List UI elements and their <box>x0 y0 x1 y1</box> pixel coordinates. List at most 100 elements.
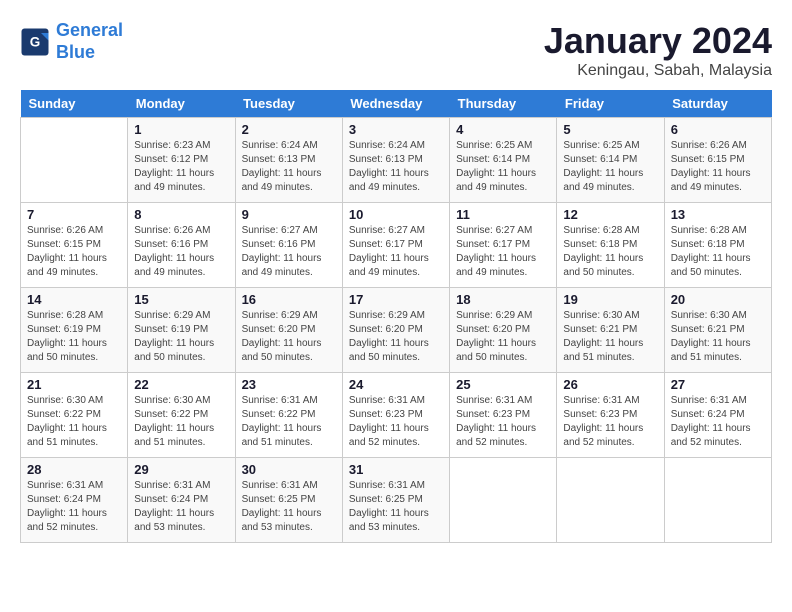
week-row-5: 28 Sunrise: 6:31 AMSunset: 6:24 PMDayligh… <box>21 458 772 543</box>
day-number: 1 <box>134 122 228 137</box>
day-number: 3 <box>349 122 443 137</box>
day-cell <box>21 118 128 203</box>
day-info: Sunrise: 6:27 AMSunset: 6:17 PMDaylight:… <box>456 224 550 280</box>
calendar-title: January 2024 <box>544 20 772 62</box>
title-area: January 2024 Keningau, Sabah, Malaysia <box>544 20 772 80</box>
day-number: 14 <box>27 292 121 307</box>
day-info: Sunrise: 6:31 AMSunset: 6:23 PMDaylight:… <box>563 394 657 450</box>
day-cell: 3 Sunrise: 6:24 AMSunset: 6:13 PMDaylight… <box>342 118 449 203</box>
day-cell: 18 Sunrise: 6:29 AMSunset: 6:20 PMDayligh… <box>450 288 557 373</box>
day-cell: 7Sunrise: 6:26 AMSunset: 6:15 PMDaylight… <box>21 203 128 288</box>
day-number: 24 <box>349 377 443 392</box>
day-number: 22 <box>134 377 228 392</box>
week-row-2: 7Sunrise: 6:26 AMSunset: 6:15 PMDaylight… <box>21 203 772 288</box>
day-info: Sunrise: 6:31 AMSunset: 6:24 PMDaylight:… <box>671 394 765 450</box>
day-info: Sunrise: 6:25 AMSunset: 6:14 PMDaylight:… <box>456 139 550 195</box>
day-cell: 6 Sunrise: 6:26 AMSunset: 6:15 PMDaylight… <box>664 118 771 203</box>
logo-icon: G <box>20 27 50 57</box>
day-cell: 25Sunrise: 6:31 AMSunset: 6:23 PMDayligh… <box>450 373 557 458</box>
day-number: 5 <box>563 122 657 137</box>
day-number: 10 <box>349 207 443 222</box>
day-cell: 26 Sunrise: 6:31 AMSunset: 6:23 PMDayligh… <box>557 373 664 458</box>
day-info: Sunrise: 6:26 AMSunset: 6:15 PMDaylight:… <box>27 224 121 280</box>
day-number: 18 <box>456 292 550 307</box>
header: G General Blue January 2024 Keningau, Sa… <box>20 20 772 80</box>
day-info: Sunrise: 6:31 AMSunset: 6:24 PMDaylight:… <box>134 479 228 535</box>
day-info: Sunrise: 6:24 AMSunset: 6:13 PMDaylight:… <box>242 139 336 195</box>
day-cell <box>450 458 557 543</box>
day-info: Sunrise: 6:30 AMSunset: 6:22 PMDaylight:… <box>134 394 228 450</box>
calendar-subtitle: Keningau, Sabah, Malaysia <box>544 62 772 80</box>
day-cell: 4 Sunrise: 6:25 AMSunset: 6:14 PMDaylight… <box>450 118 557 203</box>
logo-general: General <box>56 20 123 40</box>
day-info: Sunrise: 6:23 AMSunset: 6:12 PMDaylight:… <box>134 139 228 195</box>
day-cell <box>557 458 664 543</box>
day-number: 2 <box>242 122 336 137</box>
day-number: 27 <box>671 377 765 392</box>
header-cell-friday: Friday <box>557 90 664 118</box>
day-cell: 8Sunrise: 6:26 AMSunset: 6:16 PMDaylight… <box>128 203 235 288</box>
day-cell: 21 Sunrise: 6:30 AMSunset: 6:22 PMDayligh… <box>21 373 128 458</box>
day-number: 30 <box>242 462 336 477</box>
header-cell-wednesday: Wednesday <box>342 90 449 118</box>
day-info: Sunrise: 6:29 AMSunset: 6:20 PMDaylight:… <box>242 309 336 365</box>
day-number: 21 <box>27 377 121 392</box>
day-info: Sunrise: 6:29 AMSunset: 6:20 PMDaylight:… <box>349 309 443 365</box>
header-cell-thursday: Thursday <box>450 90 557 118</box>
day-info: Sunrise: 6:26 AMSunset: 6:15 PMDaylight:… <box>671 139 765 195</box>
week-row-4: 21 Sunrise: 6:30 AMSunset: 6:22 PMDayligh… <box>21 373 772 458</box>
day-number: 11 <box>456 207 550 222</box>
day-number: 9 <box>242 207 336 222</box>
day-cell: 24 Sunrise: 6:31 AMSunset: 6:23 PMDayligh… <box>342 373 449 458</box>
day-info: Sunrise: 6:31 AMSunset: 6:25 PMDaylight:… <box>242 479 336 535</box>
day-number: 13 <box>671 207 765 222</box>
day-number: 20 <box>671 292 765 307</box>
header-cell-saturday: Saturday <box>664 90 771 118</box>
day-info: Sunrise: 6:27 AMSunset: 6:16 PMDaylight:… <box>242 224 336 280</box>
day-info: Sunrise: 6:30 AMSunset: 6:21 PMDaylight:… <box>671 309 765 365</box>
day-cell: 11 Sunrise: 6:27 AMSunset: 6:17 PMDayligh… <box>450 203 557 288</box>
day-info: Sunrise: 6:28 AMSunset: 6:19 PMDaylight:… <box>27 309 121 365</box>
day-number: 19 <box>563 292 657 307</box>
day-number: 4 <box>456 122 550 137</box>
header-cell-sunday: Sunday <box>21 90 128 118</box>
logo-text: General Blue <box>56 20 123 63</box>
day-cell: 30 Sunrise: 6:31 AMSunset: 6:25 PMDayligh… <box>235 458 342 543</box>
day-cell: 29Sunrise: 6:31 AMSunset: 6:24 PMDayligh… <box>128 458 235 543</box>
day-info: Sunrise: 6:31 AMSunset: 6:22 PMDaylight:… <box>242 394 336 450</box>
header-cell-tuesday: Tuesday <box>235 90 342 118</box>
logo-blue: Blue <box>56 42 95 62</box>
day-cell: 27 Sunrise: 6:31 AMSunset: 6:24 PMDayligh… <box>664 373 771 458</box>
day-info: Sunrise: 6:31 AMSunset: 6:23 PMDaylight:… <box>456 394 550 450</box>
day-number: 12 <box>563 207 657 222</box>
day-info: Sunrise: 6:24 AMSunset: 6:13 PMDaylight:… <box>349 139 443 195</box>
day-number: 28 <box>27 462 121 477</box>
day-cell: 13 Sunrise: 6:28 AMSunset: 6:18 PMDayligh… <box>664 203 771 288</box>
logo: G General Blue <box>20 20 123 63</box>
day-info: Sunrise: 6:31 AMSunset: 6:24 PMDaylight:… <box>27 479 121 535</box>
week-row-3: 14 Sunrise: 6:28 AMSunset: 6:19 PMDayligh… <box>21 288 772 373</box>
header-cell-monday: Monday <box>128 90 235 118</box>
day-number: 15 <box>134 292 228 307</box>
day-cell: 22 Sunrise: 6:30 AMSunset: 6:22 PMDayligh… <box>128 373 235 458</box>
day-number: 6 <box>671 122 765 137</box>
svg-text:G: G <box>30 34 41 49</box>
day-cell: 23Sunrise: 6:31 AMSunset: 6:22 PMDayligh… <box>235 373 342 458</box>
day-cell: 15 Sunrise: 6:29 AMSunset: 6:19 PMDayligh… <box>128 288 235 373</box>
day-cell: 17Sunrise: 6:29 AMSunset: 6:20 PMDayligh… <box>342 288 449 373</box>
day-cell: 31Sunrise: 6:31 AMSunset: 6:25 PMDayligh… <box>342 458 449 543</box>
day-info: Sunrise: 6:30 AMSunset: 6:22 PMDaylight:… <box>27 394 121 450</box>
day-info: Sunrise: 6:31 AMSunset: 6:23 PMDaylight:… <box>349 394 443 450</box>
calendar-table: SundayMondayTuesdayWednesdayThursdayFrid… <box>20 90 772 543</box>
day-cell: 19Sunrise: 6:30 AMSunset: 6:21 PMDayligh… <box>557 288 664 373</box>
day-info: Sunrise: 6:29 AMSunset: 6:19 PMDaylight:… <box>134 309 228 365</box>
day-info: Sunrise: 6:28 AMSunset: 6:18 PMDaylight:… <box>671 224 765 280</box>
day-cell: 5 Sunrise: 6:25 AMSunset: 6:14 PMDaylight… <box>557 118 664 203</box>
day-cell: 16Sunrise: 6:29 AMSunset: 6:20 PMDayligh… <box>235 288 342 373</box>
day-number: 26 <box>563 377 657 392</box>
day-info: Sunrise: 6:29 AMSunset: 6:20 PMDaylight:… <box>456 309 550 365</box>
day-cell: 20 Sunrise: 6:30 AMSunset: 6:21 PMDayligh… <box>664 288 771 373</box>
day-cell: 2 Sunrise: 6:24 AMSunset: 6:13 PMDaylight… <box>235 118 342 203</box>
day-info: Sunrise: 6:25 AMSunset: 6:14 PMDaylight:… <box>563 139 657 195</box>
day-cell: 9 Sunrise: 6:27 AMSunset: 6:16 PMDaylight… <box>235 203 342 288</box>
